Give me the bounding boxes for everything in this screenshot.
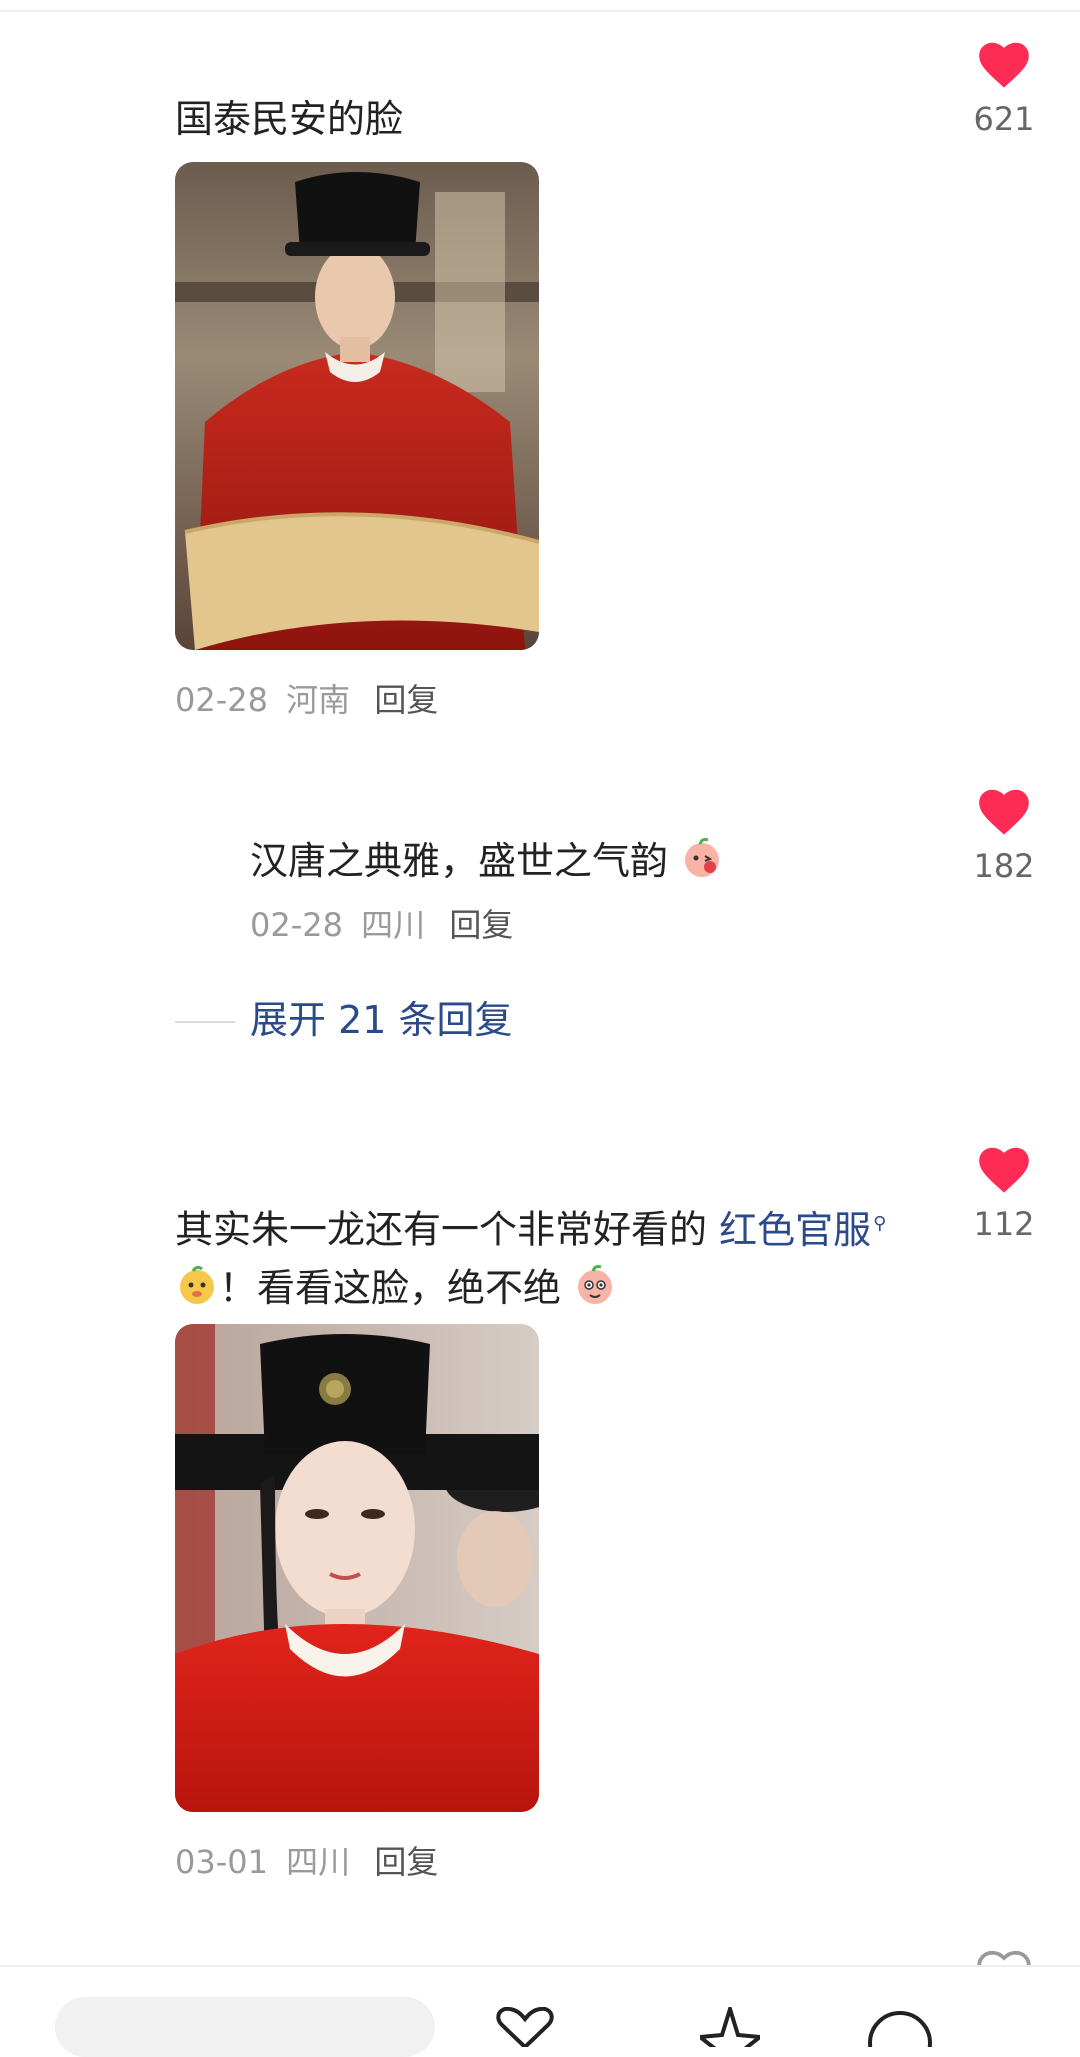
comment-text: 国泰民安的脸: [175, 97, 404, 141]
comment-image[interactable]: [175, 162, 539, 650]
bottom-bar: [0, 1965, 1080, 2057]
heart-icon: [979, 789, 1029, 835]
top-divider: [0, 10, 1080, 12]
reply-button[interactable]: 回复: [374, 681, 438, 719]
comment-image[interactable]: [175, 1324, 539, 1812]
comment-text: 其实朱一龙还有一个非常好看的 红色官服 ⚲ ！看看这脸，绝不绝: [175, 1195, 915, 1317]
comment-region: 四川: [286, 1843, 351, 1881]
like-button[interactable]: 112: [970, 1143, 1038, 1243]
emoji-icon: [685, 838, 720, 877]
expand-replies-label: 展开 21 条回复: [250, 998, 513, 1042]
search-link-text: 红色官服: [719, 1207, 872, 1252]
like-count: 182: [973, 847, 1035, 885]
reply-button[interactable]: 回复: [449, 906, 513, 944]
comment-input[interactable]: [55, 1997, 435, 2057]
expand-divider: [175, 1021, 235, 1023]
comment-date: 03-01: [175, 1843, 268, 1881]
star-icon[interactable]: [700, 2007, 760, 2047]
comment-region: 河南: [286, 681, 351, 719]
like-count: 112: [973, 1205, 1035, 1243]
like-button[interactable]: 182: [970, 785, 1038, 885]
emoji-icon: [180, 1265, 214, 1304]
search-icon: ⚲: [873, 1213, 887, 1234]
comment-region: 四川: [361, 906, 426, 944]
comment-meta: 02-28 四川 回复: [250, 905, 513, 945]
like-count: 621: [973, 100, 1035, 138]
comment-meta: 02-28 河南 回复: [175, 680, 438, 720]
comment-text: 汉唐之典雅，盛世之气韵: [250, 832, 990, 890]
chat-icon[interactable]: [865, 2007, 935, 2047]
comment-text-part2: ！看看这脸，绝不绝: [219, 1265, 562, 1310]
like-button[interactable]: 621: [970, 38, 1038, 138]
heart-icon: [979, 42, 1029, 88]
search-link[interactable]: 红色官服 ⚲: [719, 1208, 886, 1252]
comment-date: 02-28: [175, 681, 268, 719]
like-icon[interactable]: [490, 2007, 560, 2047]
heart-icon: [979, 1147, 1029, 1193]
comment-meta: 03-01 四川 回复: [175, 1842, 438, 1882]
comment-text-content: 汉唐之典雅，盛世之气韵: [250, 839, 669, 883]
comment-text-part1: 其实朱一龙还有一个非常好看的: [175, 1207, 708, 1252]
emoji-icon: [578, 1264, 613, 1304]
comment-date: 02-28: [250, 906, 343, 944]
reply-button[interactable]: 回复: [374, 1843, 438, 1881]
